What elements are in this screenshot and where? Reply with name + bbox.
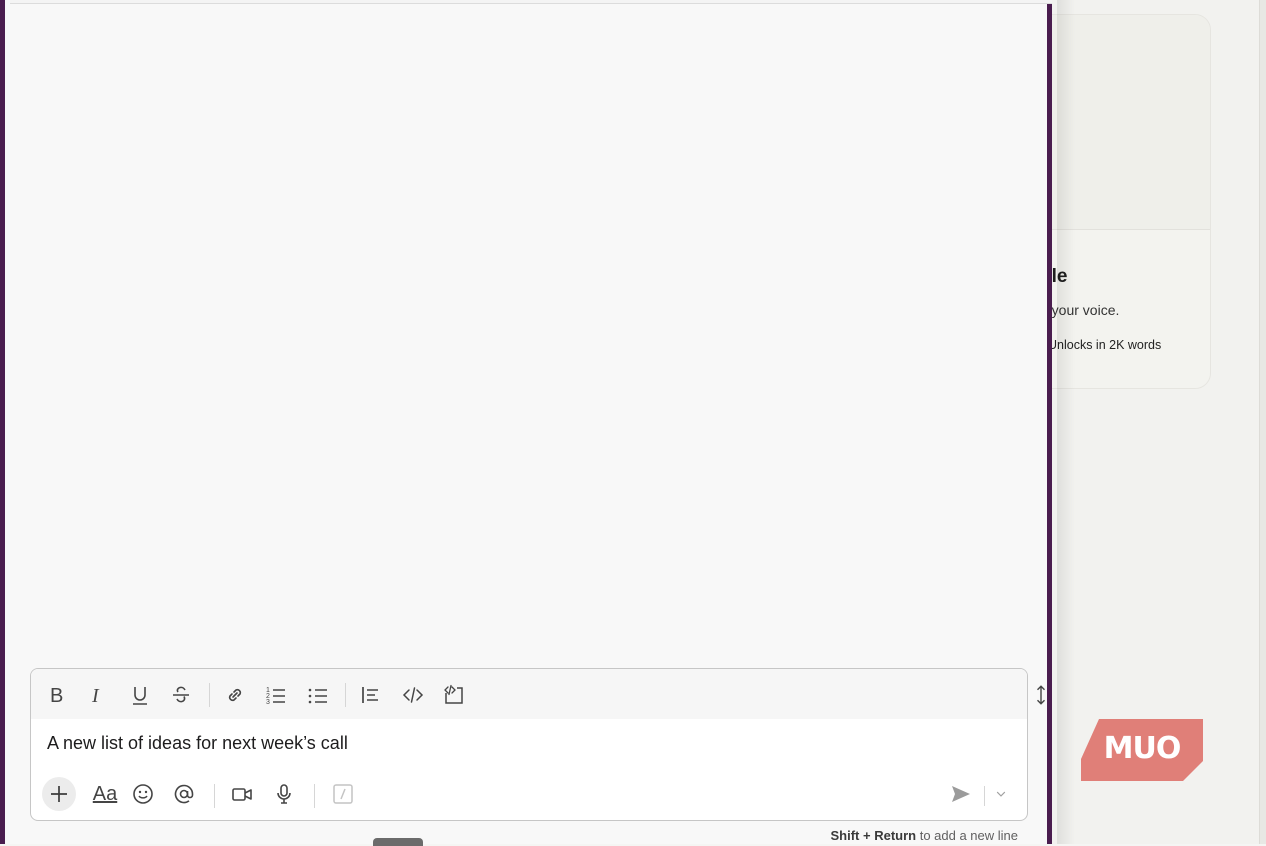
toolbar-separator: [209, 683, 210, 707]
format-text-button[interactable]: Aa: [86, 777, 124, 811]
mention-button[interactable]: [167, 777, 201, 811]
bottom-scroll-tab: [373, 838, 423, 846]
emoji-button[interactable]: [126, 777, 160, 811]
send-button[interactable]: [944, 777, 978, 811]
window-shadow: [1057, 0, 1075, 844]
chevron-down-icon: [996, 791, 1006, 797]
muo-watermark-logo: MUO: [1081, 719, 1203, 781]
action-separator: [214, 784, 215, 808]
background-window-edge: [1259, 0, 1266, 844]
slash-command-icon: [333, 784, 353, 804]
strikethrough-icon[interactable]: [167, 681, 195, 709]
link-icon[interactable]: [221, 681, 249, 709]
message-input[interactable]: A new list of ideas for next week’s call: [47, 733, 348, 754]
action-separator: [314, 784, 315, 808]
new-line-hint: Shift + Return to add a new line: [831, 828, 1019, 843]
muo-watermark-text: MUO: [1103, 731, 1182, 766]
resize-vertical-icon: [1037, 685, 1045, 705]
code-icon[interactable]: [399, 681, 427, 709]
blockquote-icon[interactable]: [356, 681, 384, 709]
svg-text:3: 3: [266, 699, 270, 706]
underline-icon[interactable]: [126, 681, 154, 709]
audio-clip-button[interactable]: [267, 777, 301, 811]
italic-icon[interactable]: I: [84, 681, 112, 709]
bold-icon[interactable]: B: [43, 681, 71, 709]
schedule-send-dropdown[interactable]: [986, 777, 1016, 811]
microphone-icon: [277, 784, 291, 804]
send-separator: [984, 786, 985, 806]
new-line-hint-text: to add a new line: [916, 828, 1018, 843]
at-sign-icon: [174, 784, 194, 804]
format-toolbar: B I 123: [31, 669, 1027, 719]
format-text-label: Aa: [92, 782, 118, 805]
message-composer[interactable]: B I 123 A new list of ideas for next wee…: [30, 668, 1028, 821]
video-camera-icon: [232, 788, 252, 801]
plus-icon: [51, 786, 67, 802]
svg-text:I: I: [91, 685, 100, 706]
attach-plus-button[interactable]: [42, 777, 76, 811]
svg-text:B: B: [50, 685, 63, 706]
video-clip-button[interactable]: [225, 777, 259, 811]
message-list-top-edge: [10, 0, 1052, 4]
new-line-hint-keys: Shift + Return: [830, 828, 917, 843]
send-icon: [952, 786, 970, 802]
bulleted-list-icon[interactable]: [304, 681, 332, 709]
emoji-icon: [133, 784, 153, 804]
code-block-icon[interactable]: [440, 681, 468, 709]
composer-action-bar: Aa: [31, 775, 1027, 820]
shortcuts-button[interactable]: [326, 777, 360, 811]
expand-composer-handle[interactable]: [1033, 682, 1049, 708]
toolbar-separator: [345, 683, 346, 707]
ordered-list-icon[interactable]: 123: [262, 681, 290, 709]
